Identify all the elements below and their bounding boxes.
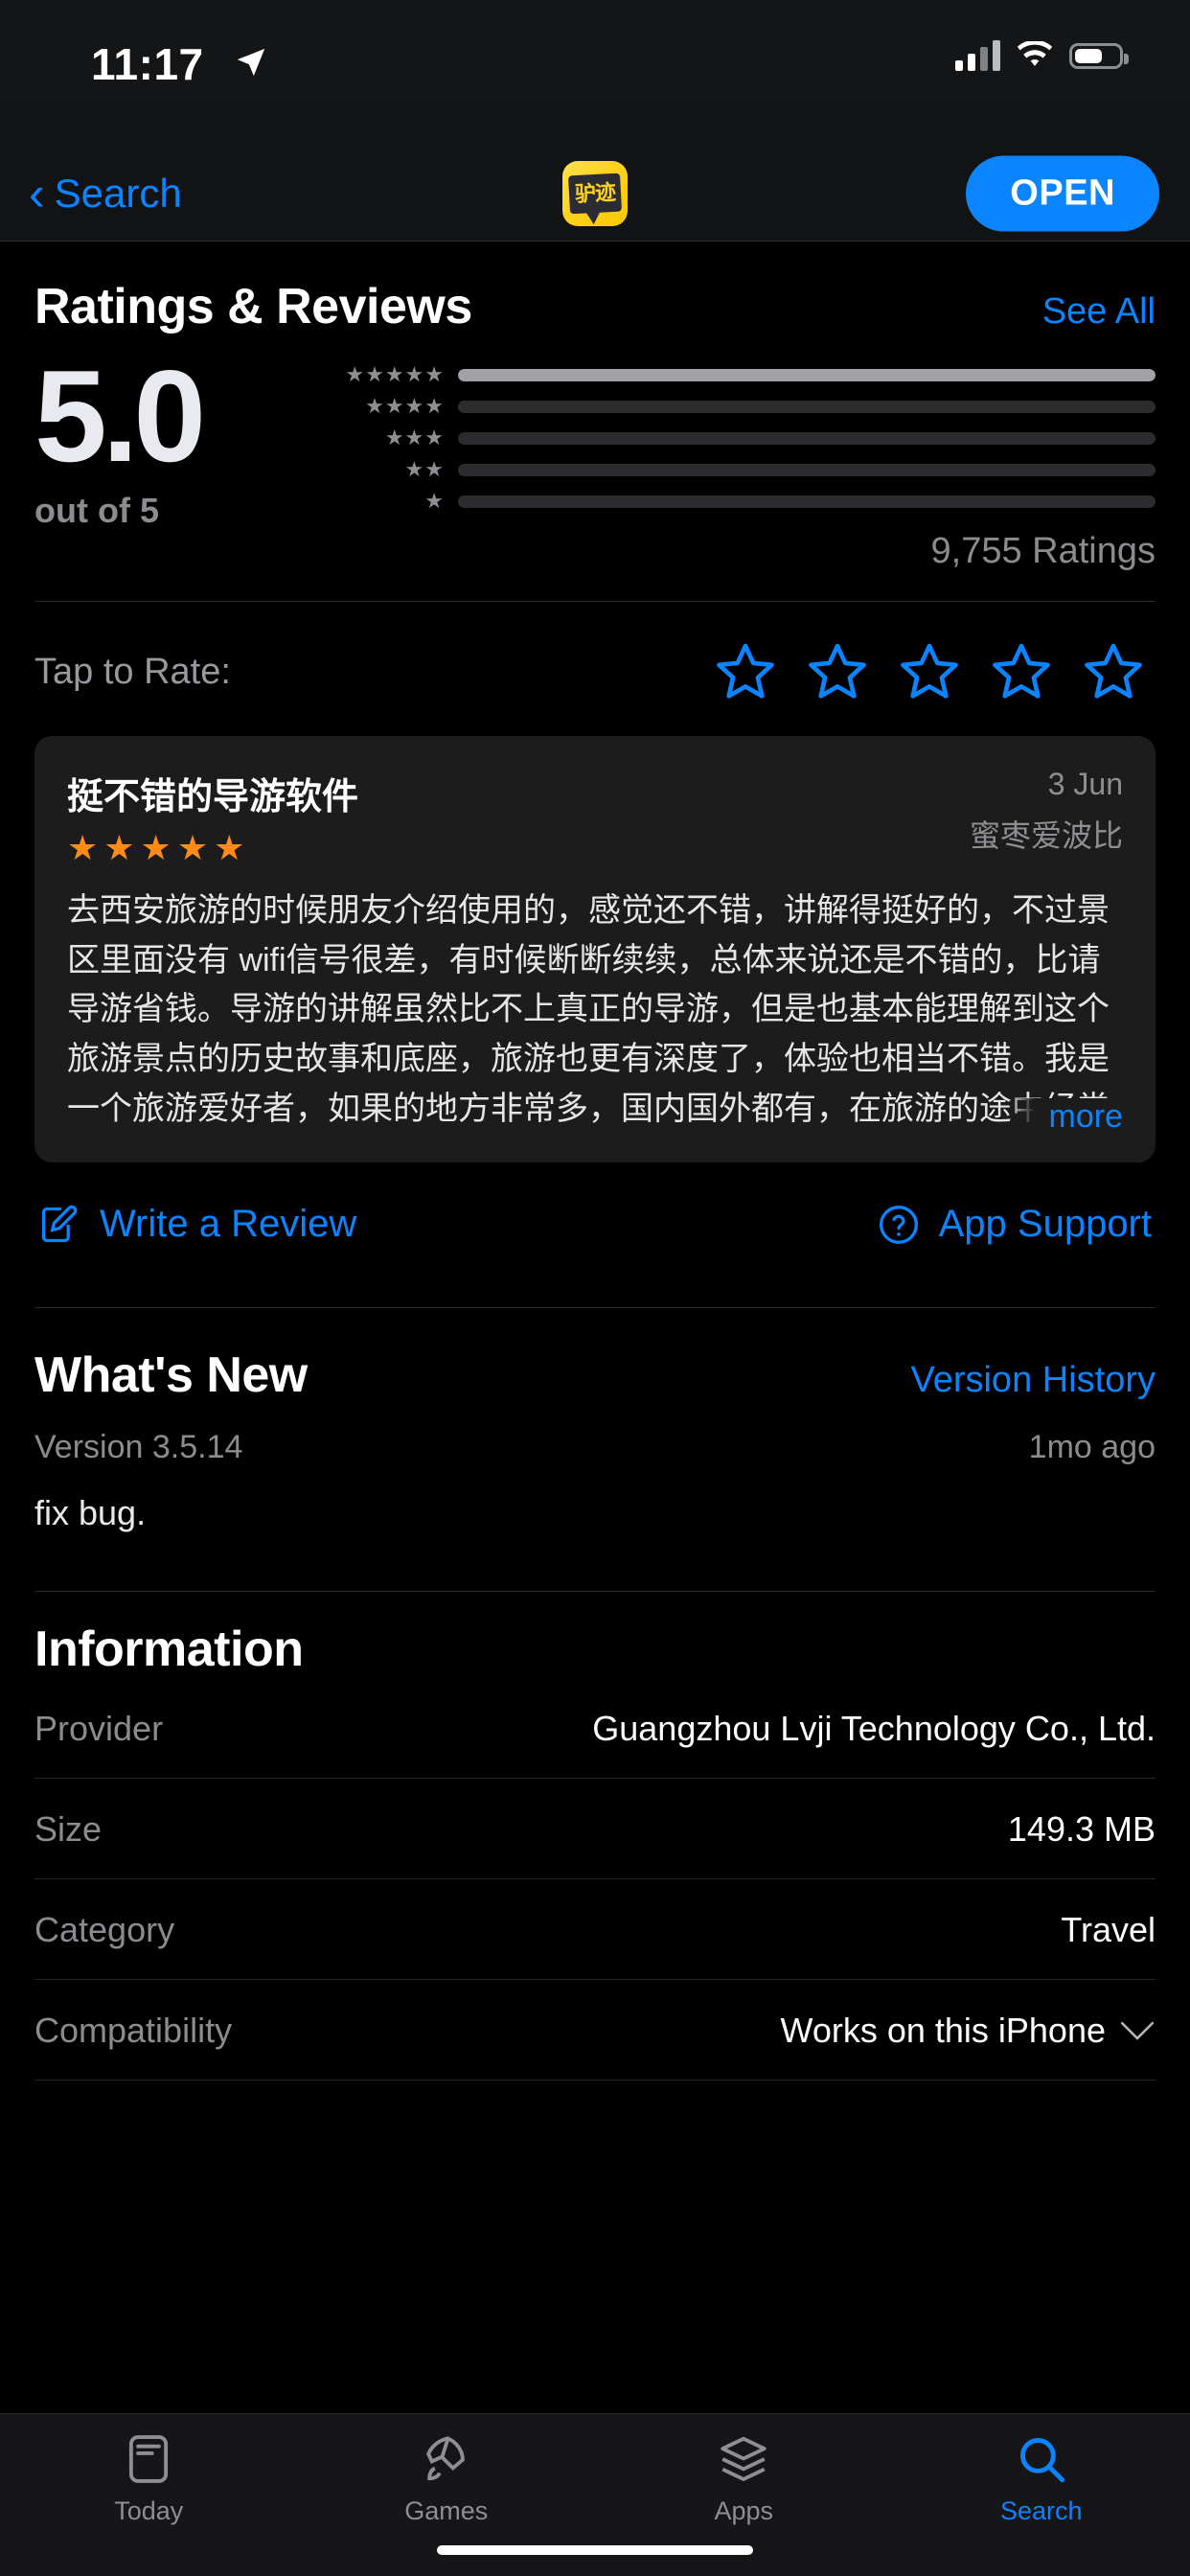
review-actions: Write a Review App Support (34, 1162, 1156, 1278)
review-more-link[interactable]: more (1006, 1098, 1123, 1136)
tab-apps[interactable]: Apps (595, 2431, 893, 2526)
tap-to-rate-label: Tap to Rate: (34, 651, 231, 692)
info-value: Travel (1061, 1910, 1156, 1949)
histogram-bar (458, 463, 1156, 476)
see-all-link[interactable]: See All (1042, 291, 1156, 333)
whats-new-title: What's New (34, 1347, 308, 1403)
battery-icon (1069, 42, 1129, 69)
compose-icon (38, 1204, 80, 1246)
tab-search[interactable]: Search (893, 2431, 1190, 2526)
info-key: Provider (34, 1709, 164, 1748)
ratings-section: Ratings & Reviews See All 5.0 out of 5 ★… (0, 242, 1190, 572)
info-value: Guangzhou Lvji Technology Co., Ltd. (592, 1709, 1156, 1748)
tap-to-rate-stars[interactable] (713, 640, 1156, 703)
histogram-bar (458, 494, 1156, 508)
version-number: Version 3.5.14 (34, 1429, 243, 1465)
navigation-bar: ‹ Search 驴迹 OPEN (0, 146, 1190, 242)
app-icon-label: 驴迹 (574, 179, 616, 206)
back-to-search-button[interactable]: ‹ Search (29, 170, 182, 218)
search-icon (1014, 2431, 1069, 2487)
histogram-row: ★★★★★ (335, 364, 1156, 385)
open-button[interactable]: OPEN (966, 155, 1159, 231)
release-notes: fix bug. (34, 1493, 147, 1532)
tap-to-rate-star[interactable] (897, 640, 962, 703)
tap-to-rate-star[interactable] (1081, 640, 1146, 703)
info-value: 149.3 MB (1007, 1809, 1156, 1849)
tap-to-rate-star[interactable] (713, 640, 778, 703)
rating-histogram: ★★★★★ ★★★★ ★★★ ★★ ★ 9,755 Ratings (322, 351, 1156, 572)
average-rating-value: 5.0 (34, 343, 206, 489)
home-indicator (437, 2545, 753, 2555)
tab-today[interactable]: Today (0, 2431, 298, 2526)
whats-new-section: What's New Version History Version 3.5.1… (0, 1308, 1190, 1533)
chevron-down-icon[interactable] (1119, 2019, 1156, 2042)
review-title: 挺不错的导游软件 (67, 777, 359, 817)
histogram-bar (458, 431, 1156, 445)
app-icon[interactable]: 驴迹 (562, 160, 628, 226)
question-circle-icon (878, 1204, 920, 1246)
tab-label: Apps (714, 2496, 774, 2525)
review-body: 去西安旅游的时候朋友介绍使用的，感觉还不错，讲解得挺好的，不过景区里面没有 wi… (67, 892, 1110, 1127)
info-value: Works on this iPhone (780, 2011, 1106, 2050)
ratings-count-label: 9,755 Ratings (930, 531, 1156, 571)
histogram-star-label: ★ (424, 489, 445, 513)
location-arrow-icon (235, 46, 267, 79)
write-a-review-label: Write a Review (100, 1203, 357, 1245)
tab-label: Today (114, 2496, 184, 2525)
info-key: Compatibility (34, 2011, 233, 2050)
table-row: Category Travel (34, 1879, 1156, 1980)
app-support-button[interactable]: App Support (878, 1203, 1152, 1246)
tap-to-rate-star[interactable] (805, 640, 870, 703)
app-store-app-page: 11:17 ‹ Search 驴迹 OPEN Ratings & Reviews… (0, 0, 1190, 2576)
apps-stack-icon (716, 2431, 771, 2487)
version-history-link[interactable]: Version History (910, 1360, 1156, 1401)
ratings-header: Ratings & Reviews See All (34, 242, 1156, 335)
table-row: Provider Guangzhou Lvji Technology Co., … (34, 1678, 1156, 1779)
histogram-row: ★ (335, 491, 1156, 512)
tab-label: Games (404, 2496, 489, 2525)
info-key: Size (34, 1809, 103, 1849)
histogram-row: ★★★★ (335, 396, 1156, 417)
version-age: 1mo ago (1028, 1429, 1156, 1465)
tab-label: Search (999, 2496, 1083, 2525)
today-icon (121, 2431, 176, 2487)
review-date: 3 Jun (1047, 767, 1123, 801)
write-a-review-button[interactable]: Write a Review (38, 1203, 356, 1246)
tap-to-rate-star[interactable] (989, 640, 1054, 703)
histogram-star-label: ★★★ (384, 426, 445, 449)
histogram-bar (458, 368, 1156, 381)
status-bar-time: 11:17 (91, 39, 204, 89)
status-bar: 11:17 (0, 0, 1190, 146)
chevron-left-icon: ‹ (29, 166, 45, 220)
app-icon-bubble: 驴迹 (567, 172, 623, 214)
page-content[interactable]: Ratings & Reviews See All 5.0 out of 5 ★… (0, 242, 1190, 2413)
tab-games[interactable]: Games (298, 2431, 596, 2526)
histogram-star-label: ★★ (404, 457, 445, 481)
histogram-star-label: ★★★★★ (345, 362, 445, 386)
games-rocket-icon (419, 2431, 474, 2487)
info-key: Category (34, 1910, 175, 1949)
histogram-bar (458, 400, 1156, 413)
rating-summary: 5.0 out of 5 ★★★★★ ★★★★ ★★★ ★★ ★ 9,755 R… (34, 335, 1156, 572)
back-button-label: Search (54, 170, 182, 216)
table-row-compatibility[interactable]: Compatibility Works on this iPhone (34, 1980, 1156, 2081)
review-star-rating: ★★★★★ (67, 828, 251, 867)
histogram-row: ★★ (335, 459, 1156, 480)
out-of-label: out of 5 (34, 491, 159, 530)
tab-bar: Today Games Apps Search (0, 2413, 1190, 2576)
review-author: 蜜枣爱波比 (969, 818, 1123, 853)
histogram-row: ★★★ (335, 427, 1156, 448)
tap-to-rate-row: Tap to Rate: (34, 602, 1156, 732)
information-section: Information Provider Guangzhou Lvji Tech… (0, 1592, 1190, 2081)
cellular-signal-icon (955, 40, 1000, 71)
review-card[interactable]: 挺不错的导游软件 ★★★★★ 3 Jun 蜜枣爱波比 去西安旅游的时候朋友介绍使… (34, 736, 1156, 1162)
histogram-star-label: ★★★★ (365, 394, 445, 418)
wifi-icon (1016, 41, 1054, 70)
page-title: Ratings & Reviews (34, 279, 472, 334)
table-row: Size 149.3 MB (34, 1779, 1156, 1879)
information-title: Information (34, 1622, 304, 1677)
app-support-label: App Support (938, 1203, 1152, 1245)
